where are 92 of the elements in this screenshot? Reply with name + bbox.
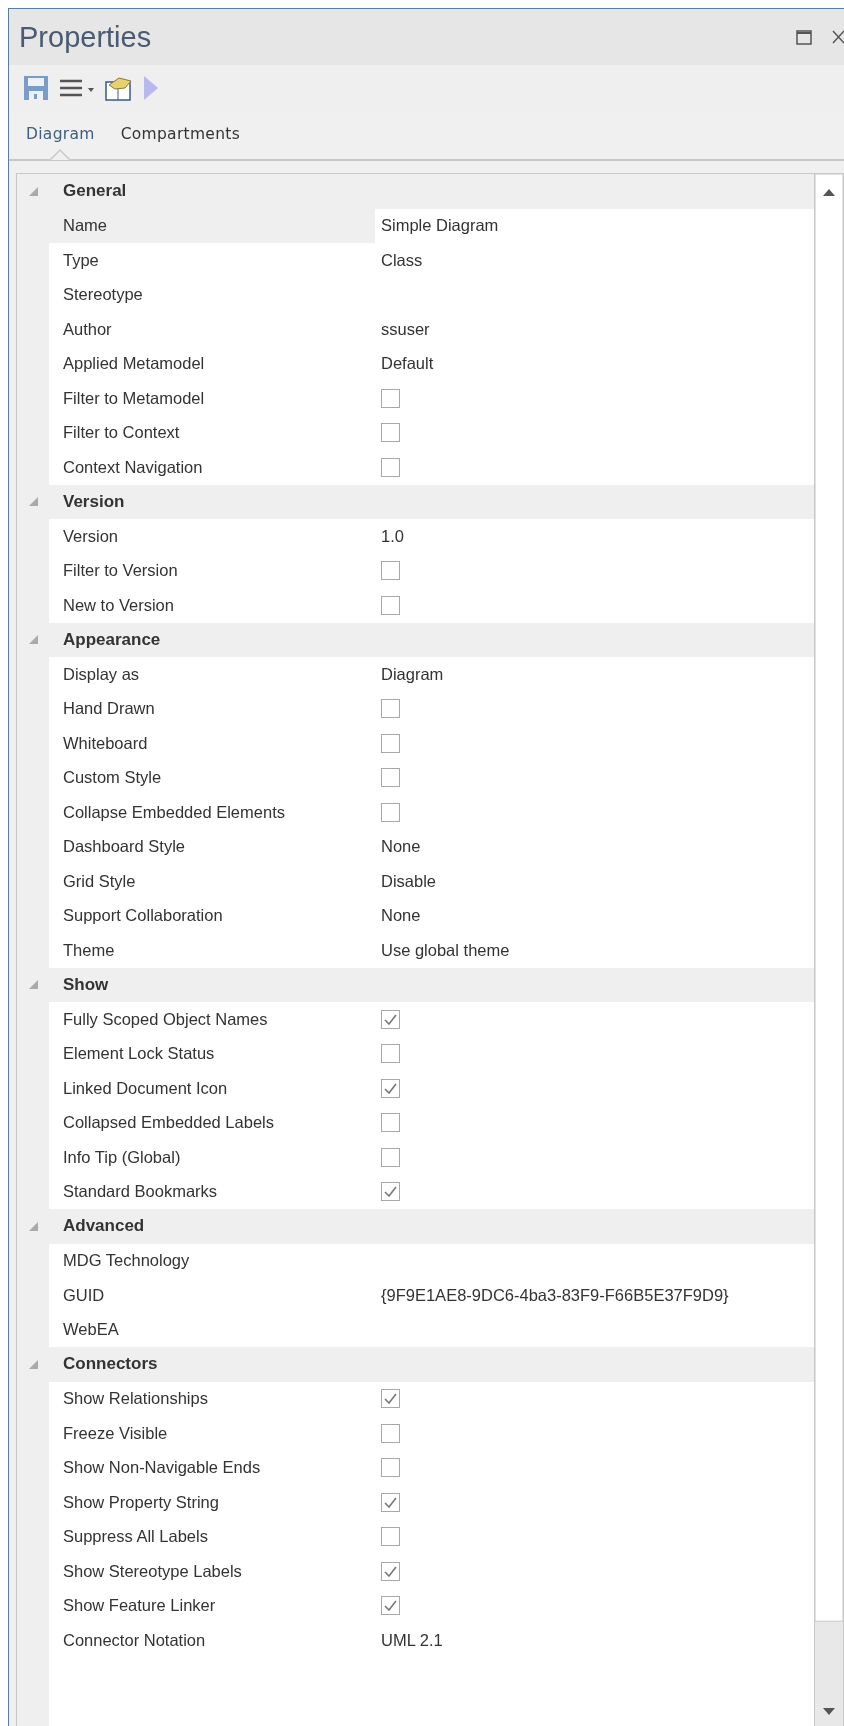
property-name[interactable]: Show Non-Navigable Ends bbox=[49, 1450, 375, 1485]
tab[interactable]: Diagram bbox=[26, 119, 95, 159]
property-name[interactable]: Applied Metamodel bbox=[49, 346, 375, 381]
property-name[interactable]: Collapsed Embedded Labels bbox=[49, 1105, 375, 1140]
property-name[interactable]: MDG Technology bbox=[49, 1243, 375, 1278]
property-name[interactable]: Name bbox=[49, 208, 375, 243]
property-value[interactable]: Diagram bbox=[375, 664, 444, 684]
property-value[interactable]: Use global theme bbox=[375, 940, 510, 960]
property-name[interactable]: Filter to Metamodel bbox=[49, 381, 375, 416]
properties-icon[interactable] bbox=[105, 75, 133, 101]
property-name[interactable]: Display as bbox=[49, 657, 375, 692]
property-name[interactable]: Author bbox=[49, 312, 375, 347]
checkbox[interactable] bbox=[381, 699, 400, 719]
checkbox[interactable] bbox=[381, 1182, 400, 1202]
property-name[interactable]: Grid Style bbox=[49, 864, 375, 899]
checkbox[interactable] bbox=[381, 388, 400, 408]
property-name[interactable]: Dashboard Style bbox=[49, 829, 375, 864]
section-header[interactable]: Show bbox=[49, 974, 109, 995]
property-name[interactable]: GUID bbox=[49, 1278, 375, 1313]
checkbox[interactable] bbox=[381, 1492, 400, 1512]
property-name[interactable]: Element Lock Status bbox=[49, 1036, 375, 1071]
property-name[interactable]: Fully Scoped Object Names bbox=[49, 1002, 375, 1037]
checkbox[interactable] bbox=[381, 1009, 400, 1029]
property-name[interactable]: Info Tip (Global) bbox=[49, 1140, 375, 1175]
property-value[interactable]: None bbox=[375, 906, 421, 926]
close-icon[interactable] bbox=[832, 30, 844, 44]
save-icon[interactable] bbox=[23, 75, 49, 101]
collapse-icon[interactable] bbox=[28, 1359, 38, 1369]
property-name[interactable]: Version bbox=[49, 519, 375, 554]
checkbox[interactable] bbox=[381, 1389, 400, 1409]
property-value[interactable]: {9F9E1AE8-9DC6-4ba3-83F9-F66B5E37F9D9} bbox=[375, 1285, 729, 1305]
property-name[interactable]: Freeze Visible bbox=[49, 1416, 375, 1451]
property-value[interactable]: Class bbox=[375, 250, 423, 270]
checkbox[interactable] bbox=[381, 768, 400, 788]
checkbox[interactable] bbox=[381, 595, 400, 615]
property-name[interactable]: Type bbox=[49, 243, 375, 278]
property-name[interactable]: Show Stereotype Labels bbox=[49, 1554, 375, 1589]
maximize-icon[interactable] bbox=[796, 29, 812, 45]
checkbox[interactable] bbox=[381, 802, 400, 822]
collapse-icon[interactable] bbox=[28, 980, 38, 990]
property-value[interactable]: Simple Diagram bbox=[375, 216, 499, 236]
property-name[interactable]: Hand Drawn bbox=[49, 691, 375, 726]
property-value[interactable]: Default bbox=[375, 354, 434, 374]
property-name[interactable]: Show Relationships bbox=[49, 1381, 375, 1416]
checkbox[interactable] bbox=[381, 423, 400, 443]
property-name[interactable]: Connector Notation bbox=[49, 1623, 375, 1658]
property-name[interactable]: Stereotype bbox=[49, 277, 375, 312]
collapse-icon[interactable] bbox=[28, 497, 38, 507]
checkbox[interactable] bbox=[381, 1561, 400, 1581]
checkbox[interactable] bbox=[381, 457, 400, 477]
property-name[interactable]: Filter to Context bbox=[49, 415, 375, 450]
checkbox[interactable] bbox=[381, 1527, 400, 1547]
property-value[interactable]: ssuser bbox=[375, 319, 430, 339]
checkbox[interactable] bbox=[381, 1147, 400, 1167]
panel-title: Properties bbox=[19, 20, 153, 54]
menu-icon[interactable] bbox=[59, 78, 95, 98]
property-name[interactable]: Support Collaboration bbox=[49, 898, 375, 933]
property-name[interactable]: Standard Bookmarks bbox=[49, 1174, 375, 1209]
checkbox[interactable] bbox=[381, 1113, 400, 1133]
checkbox[interactable] bbox=[381, 1078, 400, 1098]
checkbox[interactable] bbox=[381, 1044, 400, 1064]
play-icon[interactable] bbox=[143, 75, 159, 101]
checkbox[interactable] bbox=[381, 733, 400, 753]
section-header[interactable]: General bbox=[49, 181, 127, 202]
property-value[interactable]: None bbox=[375, 837, 421, 857]
checkbox[interactable] bbox=[381, 1596, 400, 1616]
collapse-icon[interactable] bbox=[28, 1221, 38, 1231]
property-value[interactable]: Disable bbox=[375, 871, 437, 891]
checkbox[interactable] bbox=[381, 1423, 400, 1443]
property-value[interactable]: 1.0 bbox=[375, 526, 404, 546]
property-name[interactable]: Filter to Version bbox=[49, 553, 375, 588]
property-name[interactable]: WebEA bbox=[49, 1312, 375, 1347]
section-header[interactable]: Version bbox=[49, 491, 125, 512]
checkbox[interactable] bbox=[381, 1458, 400, 1478]
property-name[interactable]: Custom Style bbox=[49, 760, 375, 795]
collapse-icon[interactable] bbox=[28, 186, 38, 196]
property-name[interactable]: Context Navigation bbox=[49, 450, 375, 485]
tab[interactable]: Compartments bbox=[120, 119, 241, 159]
section-header[interactable]: Advanced bbox=[49, 1216, 145, 1237]
property-name[interactable]: Show Feature Linker bbox=[49, 1588, 375, 1623]
property-name[interactable]: Theme bbox=[49, 933, 375, 968]
property-name[interactable]: Collapse Embedded Elements bbox=[49, 795, 375, 830]
property-name[interactable]: Whiteboard bbox=[49, 726, 375, 761]
property-name[interactable]: Show Property String bbox=[49, 1485, 375, 1520]
section-header[interactable]: Connectors bbox=[49, 1354, 158, 1375]
property-name[interactable]: Suppress All Labels bbox=[49, 1519, 375, 1554]
section-header[interactable]: Appearance bbox=[49, 629, 161, 650]
property-value[interactable]: UML 2.1 bbox=[375, 1630, 443, 1650]
collapse-icon[interactable] bbox=[28, 635, 38, 645]
property-name[interactable]: New to Version bbox=[49, 588, 375, 623]
checkbox[interactable] bbox=[381, 561, 400, 581]
property-name[interactable]: Linked Document Icon bbox=[49, 1071, 375, 1106]
